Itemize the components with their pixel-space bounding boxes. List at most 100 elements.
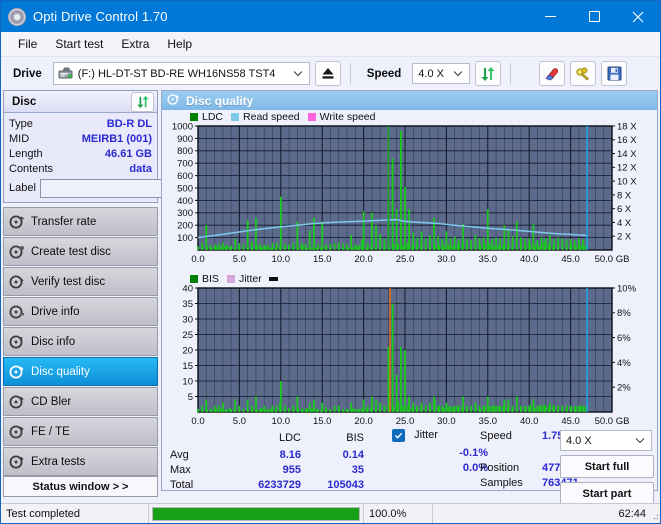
chevron-down-icon[interactable] [291, 63, 305, 84]
sidebar-item-label: Drive info [31, 305, 80, 318]
chevron-down-icon[interactable] [633, 430, 647, 451]
svg-text:200: 200 [177, 221, 193, 232]
disc-row-key: Length [9, 147, 43, 160]
sidebar-item-transfer-rate[interactable]: Transfer rate [3, 207, 158, 236]
menu-item-help[interactable]: Help [158, 35, 201, 53]
svg-text:10.0: 10.0 [272, 254, 291, 265]
svg-text:4%: 4% [617, 358, 631, 369]
svg-text:800: 800 [177, 146, 193, 157]
svg-text:30: 30 [182, 314, 193, 325]
sidebar-item-disc-info[interactable]: Disc info [3, 327, 158, 356]
disc-quality-charts: 100200 300400 500600700 800900 1000 2 X 4 X 6 X… [172, 122, 637, 427]
svg-text:900: 900 [177, 134, 193, 145]
svg-text:600: 600 [177, 171, 193, 182]
minimize-button[interactable] [528, 1, 572, 32]
nav-list: Transfer rate Create test disc Verify te… [3, 207, 158, 476]
svg-text:35: 35 [182, 299, 193, 310]
page-title: Disc quality [186, 93, 254, 108]
toolbar-divider-2 [510, 63, 512, 84]
eject-button[interactable] [314, 61, 341, 86]
table-row: Total 6233729 105043 [166, 479, 416, 494]
svg-text:15.0: 15.0 [313, 254, 332, 265]
svg-text:40.0: 40.0 [520, 254, 539, 265]
speed-select[interactable]: 4.0 X [412, 63, 471, 84]
jitter-avg-value: -0.1% [459, 447, 488, 459]
disc-row-value: BD-R DL [106, 117, 152, 130]
main-area: Disc Type BD-R DL MID MEIRB1 (001) Lengt… [1, 90, 660, 505]
samples-label: Samples [480, 477, 523, 489]
app-window: Opti Drive Control 1.70 File Start test … [0, 0, 661, 524]
statistics-panel: LDC BIS Avg 8.16 0.14 Max 955 35 Total 6… [162, 428, 657, 505]
sidebar-item-label: Disc quality [31, 365, 90, 378]
disc-icon [8, 7, 26, 26]
svg-text:15: 15 [182, 361, 193, 372]
resize-grip-icon[interactable] [649, 510, 659, 520]
start-part-button[interactable]: Start part [560, 482, 654, 505]
sidebar-item-drive-info[interactable]: Drive info [3, 297, 158, 326]
left-sidebar: Disc Type BD-R DL MID MEIRB1 (001) Lengt… [3, 90, 249, 497]
disc-row-value: MEIRB1 (001) [81, 132, 152, 145]
disc-verify-icon [9, 274, 25, 290]
sidebar-item-verify-test-disc[interactable]: Verify test disc [3, 267, 158, 296]
progress-track [152, 506, 360, 521]
stats-row-name: Total [170, 479, 194, 491]
fe-te-icon [9, 424, 25, 440]
stats-cell-ldc: 955 [282, 464, 301, 476]
close-button[interactable] [616, 1, 660, 32]
sidebar-item-cd-bler[interactable]: CD Bler [3, 387, 158, 416]
svg-text:30.0: 30.0 [437, 254, 456, 265]
chevron-down-icon[interactable] [451, 63, 465, 84]
status-window-button[interactable]: Status window > > [3, 476, 158, 497]
save-button[interactable] [601, 61, 628, 86]
svg-text:20.0: 20.0 [354, 254, 373, 265]
erase-button[interactable] [539, 61, 566, 86]
disc-burn-icon [9, 244, 25, 260]
svg-text:8 X: 8 X [617, 190, 632, 201]
refresh-button[interactable] [475, 61, 502, 86]
svg-text:5.0: 5.0 [233, 416, 246, 427]
disc-row-mid: MID MEIRB1 (001) [9, 131, 152, 146]
disc-refresh-button[interactable] [131, 91, 154, 112]
drive-select[interactable]: (F:) HL-DT-ST BD-RE WH16NS58 TST4 [52, 62, 310, 85]
menu-item-extra[interactable]: Extra [112, 35, 158, 53]
start-full-button[interactable]: Start full [560, 455, 654, 478]
svg-text:400: 400 [177, 196, 193, 207]
test-speed-select[interactable]: 4.0 X [560, 430, 652, 451]
legend-swatch-read-speed [231, 113, 240, 121]
menu-item-file[interactable]: File [9, 35, 46, 53]
menu-bar: File Start test Extra Help [1, 32, 660, 57]
svg-text:50.0 GB: 50.0 GB [595, 416, 630, 427]
disc-row-length: Length 46.61 GB [9, 146, 152, 161]
sidebar-item-create-test-disc[interactable]: Create test disc [3, 237, 158, 266]
jitter-checkbox[interactable] [392, 429, 405, 442]
sidebar-item-label: Create test disc [31, 245, 111, 258]
tools-button[interactable] [570, 61, 597, 86]
sidebar-item-extra-tests[interactable]: Extra tests [3, 447, 158, 476]
stats-header-ldc: LDC [278, 432, 301, 444]
legend-swatch-ldc [190, 113, 198, 121]
svg-text:5.0: 5.0 [233, 254, 246, 265]
svg-text:1000: 1000 [172, 122, 193, 132]
svg-text:20.0: 20.0 [354, 416, 373, 427]
stats-table: LDC BIS Avg 8.16 0.14 Max 955 35 Total 6… [166, 430, 416, 491]
maximize-button[interactable] [572, 1, 616, 32]
drive-info-icon [9, 304, 25, 320]
disc-info-rows: Type BD-R DL MID MEIRB1 (001) Length 46.… [4, 113, 249, 202]
svg-text:2%: 2% [617, 383, 631, 394]
status-message: Test completed [1, 503, 149, 523]
sidebar-item-fe-te[interactable]: FE / TE [3, 417, 158, 446]
sidebar-item-disc-quality[interactable]: Disc quality [3, 357, 158, 386]
jitter-label: Jitter [414, 429, 438, 441]
disc-panel: Disc Type BD-R DL MID MEIRB1 (001) Lengt… [3, 90, 249, 203]
drive-label: Drive [13, 67, 42, 80]
menu-item-start-test[interactable]: Start test [46, 35, 112, 53]
extra-tests-icon [9, 454, 25, 470]
elapsed-time: 62:44 [618, 507, 646, 520]
svg-text:2 X: 2 X [617, 232, 632, 243]
sidebar-item-label: FE / TE [31, 425, 70, 438]
disc-label-row: Label [9, 178, 249, 198]
sidebar-item-label: Extra tests [31, 455, 86, 468]
svg-text:25: 25 [182, 330, 193, 341]
sidebar-item-label: CD Bler [31, 395, 72, 408]
svg-text:10 X: 10 X [617, 177, 637, 188]
